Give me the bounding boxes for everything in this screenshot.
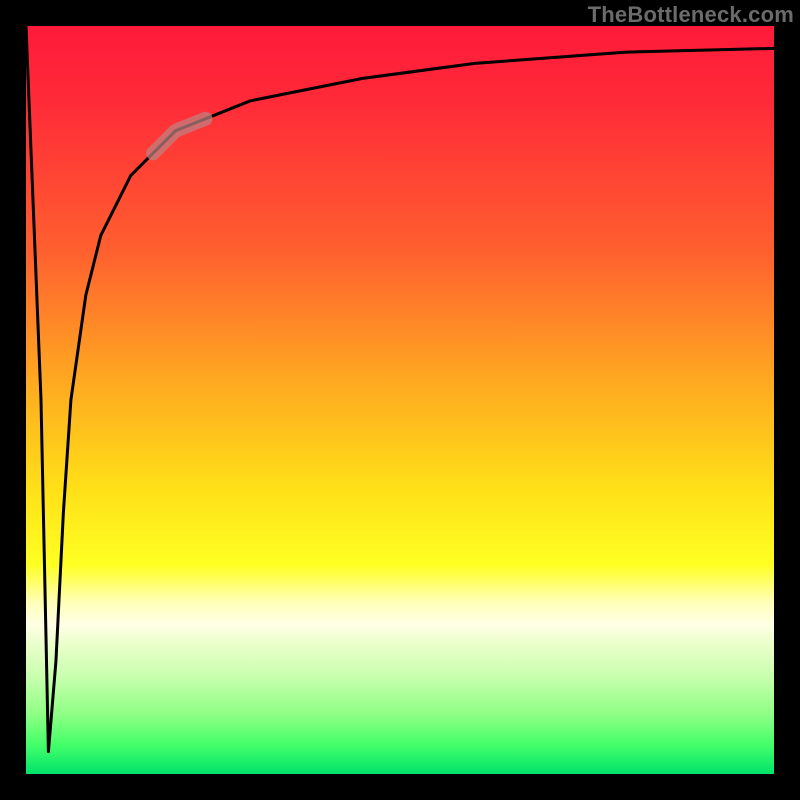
curve-svg <box>26 26 774 774</box>
attribution-label: TheBottleneck.com <box>588 2 794 28</box>
curve-path <box>26 26 774 752</box>
chart-container: TheBottleneck.com <box>0 0 800 800</box>
curve-highlight <box>153 119 205 153</box>
plot-area <box>26 26 774 774</box>
